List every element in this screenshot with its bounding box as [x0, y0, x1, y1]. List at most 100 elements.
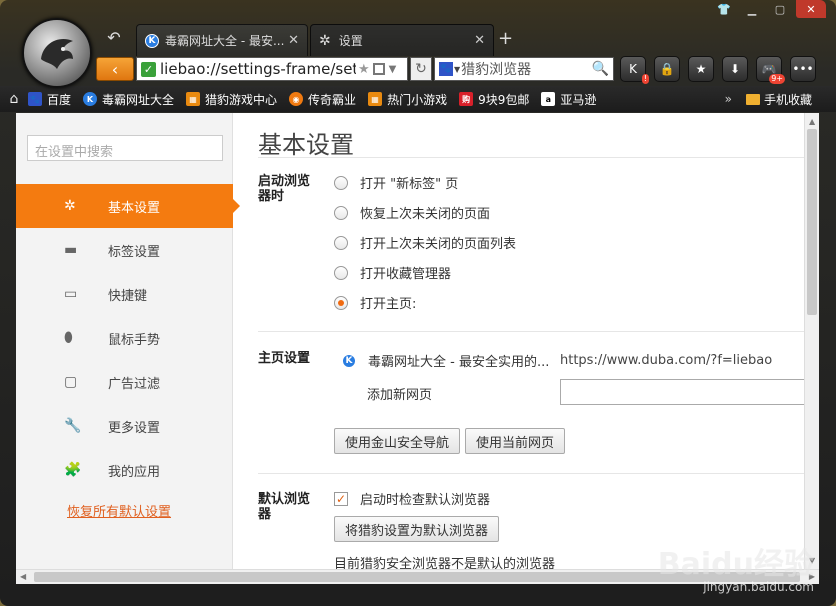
settings-sidebar: 在设置中搜索 ✲ 基本设置 ▬ 标签设置 ▭ 快捷键 ⬮ 鼠标手势 ▢ 广告过滤	[16, 113, 240, 569]
tab-label: 毒霸网址大全 - 最安...	[165, 34, 285, 48]
undo-close-tab-icon[interactable]: ↶	[100, 24, 128, 50]
bookmark-label: 9块9包邮	[478, 92, 530, 107]
scroll-up-icon[interactable]: ▲	[809, 117, 815, 126]
cheetah-icon	[41, 39, 73, 69]
baidu-icon: 🐾	[28, 92, 42, 106]
startup-option-new-tab[interactable]: 打开 "新标签" 页	[334, 173, 458, 192]
tab-settings[interactable]: ✲ 设置 ✕	[310, 24, 494, 56]
bookmark-game-center[interactable]: ▦ 猎豹游戏中心	[186, 91, 277, 108]
bookmark-baidu[interactable]: 🐾 百度	[28, 91, 71, 108]
alert-badge: !	[641, 74, 649, 84]
home-icon[interactable]: ⌂	[0, 91, 28, 107]
baidu-paw-icon[interactable]: 🐾	[439, 62, 453, 76]
bookmark-label: 毒霸网址大全	[102, 92, 175, 107]
search-input[interactable]: 猎豹浏览器	[461, 59, 591, 79]
bookmark-duba[interactable]: K 毒霸网址大全	[83, 91, 174, 108]
liebao-logo[interactable]	[22, 18, 92, 88]
bookmark-chuanqi[interactable]: ◉ 传奇霸业	[289, 91, 356, 108]
favorites-star-button[interactable]: ★	[688, 56, 714, 82]
close-tab-icon[interactable]: ✕	[288, 33, 299, 48]
watermark-brand: Baidu经验	[657, 547, 814, 582]
search-box[interactable]: 🐾 ▼ 猎豹浏览器 🔍	[434, 57, 614, 81]
use-current-page-button[interactable]: 使用当前网页	[465, 428, 566, 454]
back-button[interactable]: ‹	[96, 57, 134, 81]
wrench-icon: 🔧	[64, 418, 82, 434]
tab-label: 设置	[338, 34, 363, 48]
settings-page: 在设置中搜索 ✲ 基本设置 ▬ 标签设置 ▭ 快捷键 ⬮ 鼠标手势 ▢ 广告过滤	[16, 113, 819, 569]
qr-code-icon[interactable]	[372, 63, 385, 75]
tab-duba[interactable]: K 毒霸网址大全 - 最安... ✕	[136, 24, 308, 56]
close-window-button[interactable]: ✕	[796, 0, 826, 18]
reload-button[interactable]: ↻	[410, 57, 432, 81]
sidebar-item-mouse-gestures[interactable]: ⬮ 鼠标手势	[16, 316, 233, 360]
radio-label: 恢复上次未关闭的页面	[360, 207, 491, 222]
homepage-entry-title: 毒霸网址大全 - 最安全实用的...	[368, 355, 550, 370]
sidebar-item-label: 广告过滤	[108, 376, 161, 392]
restore-defaults-link[interactable]: 恢复所有默认设置	[67, 501, 171, 520]
sidebar-item-label: 基本设置	[108, 200, 161, 216]
game-button[interactable]: 🎮 9+	[756, 56, 785, 84]
star-icon[interactable]: ★	[358, 62, 370, 77]
checkbox-label: 启动时检查默认浏览器	[360, 493, 491, 508]
check-default-browser-checkbox[interactable]: ✓ 启动时检查默认浏览器	[334, 489, 490, 508]
radio-label: 打开主页:	[360, 297, 417, 312]
game-count-badge: 9+	[769, 74, 785, 84]
tab-strip: ↶ K 毒霸网址大全 - 最安... ✕ ✲ 设置 ✕ +	[0, 18, 836, 56]
startup-option-page-list[interactable]: 打开上次未关闭的页面列表	[334, 233, 516, 252]
sidebar-item-basic[interactable]: ✲ 基本设置	[16, 184, 240, 228]
startup-option-restore[interactable]: 恢复上次未关闭的页面	[334, 203, 490, 222]
startup-option-homepage[interactable]: 打开主页:	[334, 293, 416, 312]
homepage-entry[interactable]: K 毒霸网址大全 - 最安全实用的...	[342, 351, 549, 370]
new-tab-button[interactable]: +	[498, 28, 513, 49]
close-tab-icon[interactable]: ✕	[474, 33, 485, 48]
mobile-favorites-label: 手机收藏	[763, 92, 812, 107]
amazon-icon: a	[541, 92, 556, 106]
scroll-left-icon[interactable]: ◀	[20, 572, 26, 581]
mobile-favorites-button[interactable]: 手机收藏	[745, 91, 812, 108]
sidebar-item-ad-filter[interactable]: ▢ 广告过滤	[16, 360, 233, 404]
search-icon[interactable]: 🔍	[592, 61, 609, 77]
maximize-button[interactable]: ▢	[768, 0, 792, 18]
default-browser-label: 默认浏览器	[258, 492, 311, 522]
bookmark-mini-games[interactable]: ▦ 热门小游戏	[368, 91, 447, 108]
bookmarks-more-button[interactable]: »	[725, 92, 732, 106]
duba-k-button[interactable]: K!	[620, 56, 649, 84]
chevron-down-icon[interactable]: ▼	[389, 64, 397, 75]
radio-button[interactable]	[334, 205, 348, 220]
radio-button[interactable]	[334, 235, 348, 250]
url-text[interactable]: liebao://settings-frame/set	[160, 60, 356, 78]
add-new-page-input[interactable]	[560, 379, 810, 405]
vertical-scrollbar[interactable]: ▲ ▼	[804, 113, 819, 569]
minimize-button[interactable]: ▁	[740, 0, 764, 18]
radio-button[interactable]	[334, 265, 348, 280]
bookmarks-bar: ⌂ 🐾 百度 K 毒霸网址大全 ▦ 猎豹游戏中心 ◉ 传奇霸业 ▦ 热门小游戏 购 9块9包…	[0, 86, 836, 112]
checkbox-checked[interactable]: ✓	[334, 491, 348, 506]
scroll-thumb[interactable]	[807, 129, 817, 315]
radio-button-selected[interactable]	[334, 295, 348, 310]
menu-button[interactable]: •••	[790, 56, 816, 82]
radio-button[interactable]	[334, 175, 348, 190]
lock-button[interactable]: 🔒	[654, 56, 680, 82]
bookmark-label: 猎豹游戏中心	[205, 92, 278, 107]
mouse-icon: ⬮	[64, 330, 73, 346]
sidebar-item-shortcuts[interactable]: ▭ 快捷键	[16, 272, 233, 316]
shortcut-icon: ▭	[64, 286, 78, 302]
download-button[interactable]: ⬇	[722, 56, 748, 82]
divider	[258, 157, 804, 158]
sidebar-item-my-apps[interactable]: 🧩 我的应用	[16, 448, 233, 492]
address-bar[interactable]: ✓ liebao://settings-frame/set ★ ▼	[136, 57, 408, 81]
bookmark-9kuai9[interactable]: 购 9块9包邮	[459, 91, 529, 108]
chevron-down-icon[interactable]: ▼	[454, 65, 460, 74]
sidebar-item-label: 我的应用	[108, 464, 161, 480]
sidebar-item-label: 更多设置	[108, 420, 161, 436]
use-kingsoft-nav-button[interactable]: 使用金山安全导航	[334, 428, 461, 454]
radio-label: 打开上次未关闭的页面列表	[360, 237, 517, 252]
sidebar-item-more-settings[interactable]: 🔧 更多设置	[16, 404, 233, 448]
secure-check-icon: ✓	[141, 61, 156, 77]
sidebar-item-tabs[interactable]: ▬ 标签设置	[16, 228, 233, 272]
bookmark-amazon[interactable]: a 亚马逊	[541, 91, 596, 108]
skin-icon[interactable]: 👕	[712, 0, 736, 18]
startup-option-favorites[interactable]: 打开收藏管理器	[334, 263, 451, 282]
settings-search-input[interactable]: 在设置中搜索	[27, 135, 223, 161]
set-default-browser-button[interactable]: 将猎豹设置为默认浏览器	[334, 516, 500, 542]
